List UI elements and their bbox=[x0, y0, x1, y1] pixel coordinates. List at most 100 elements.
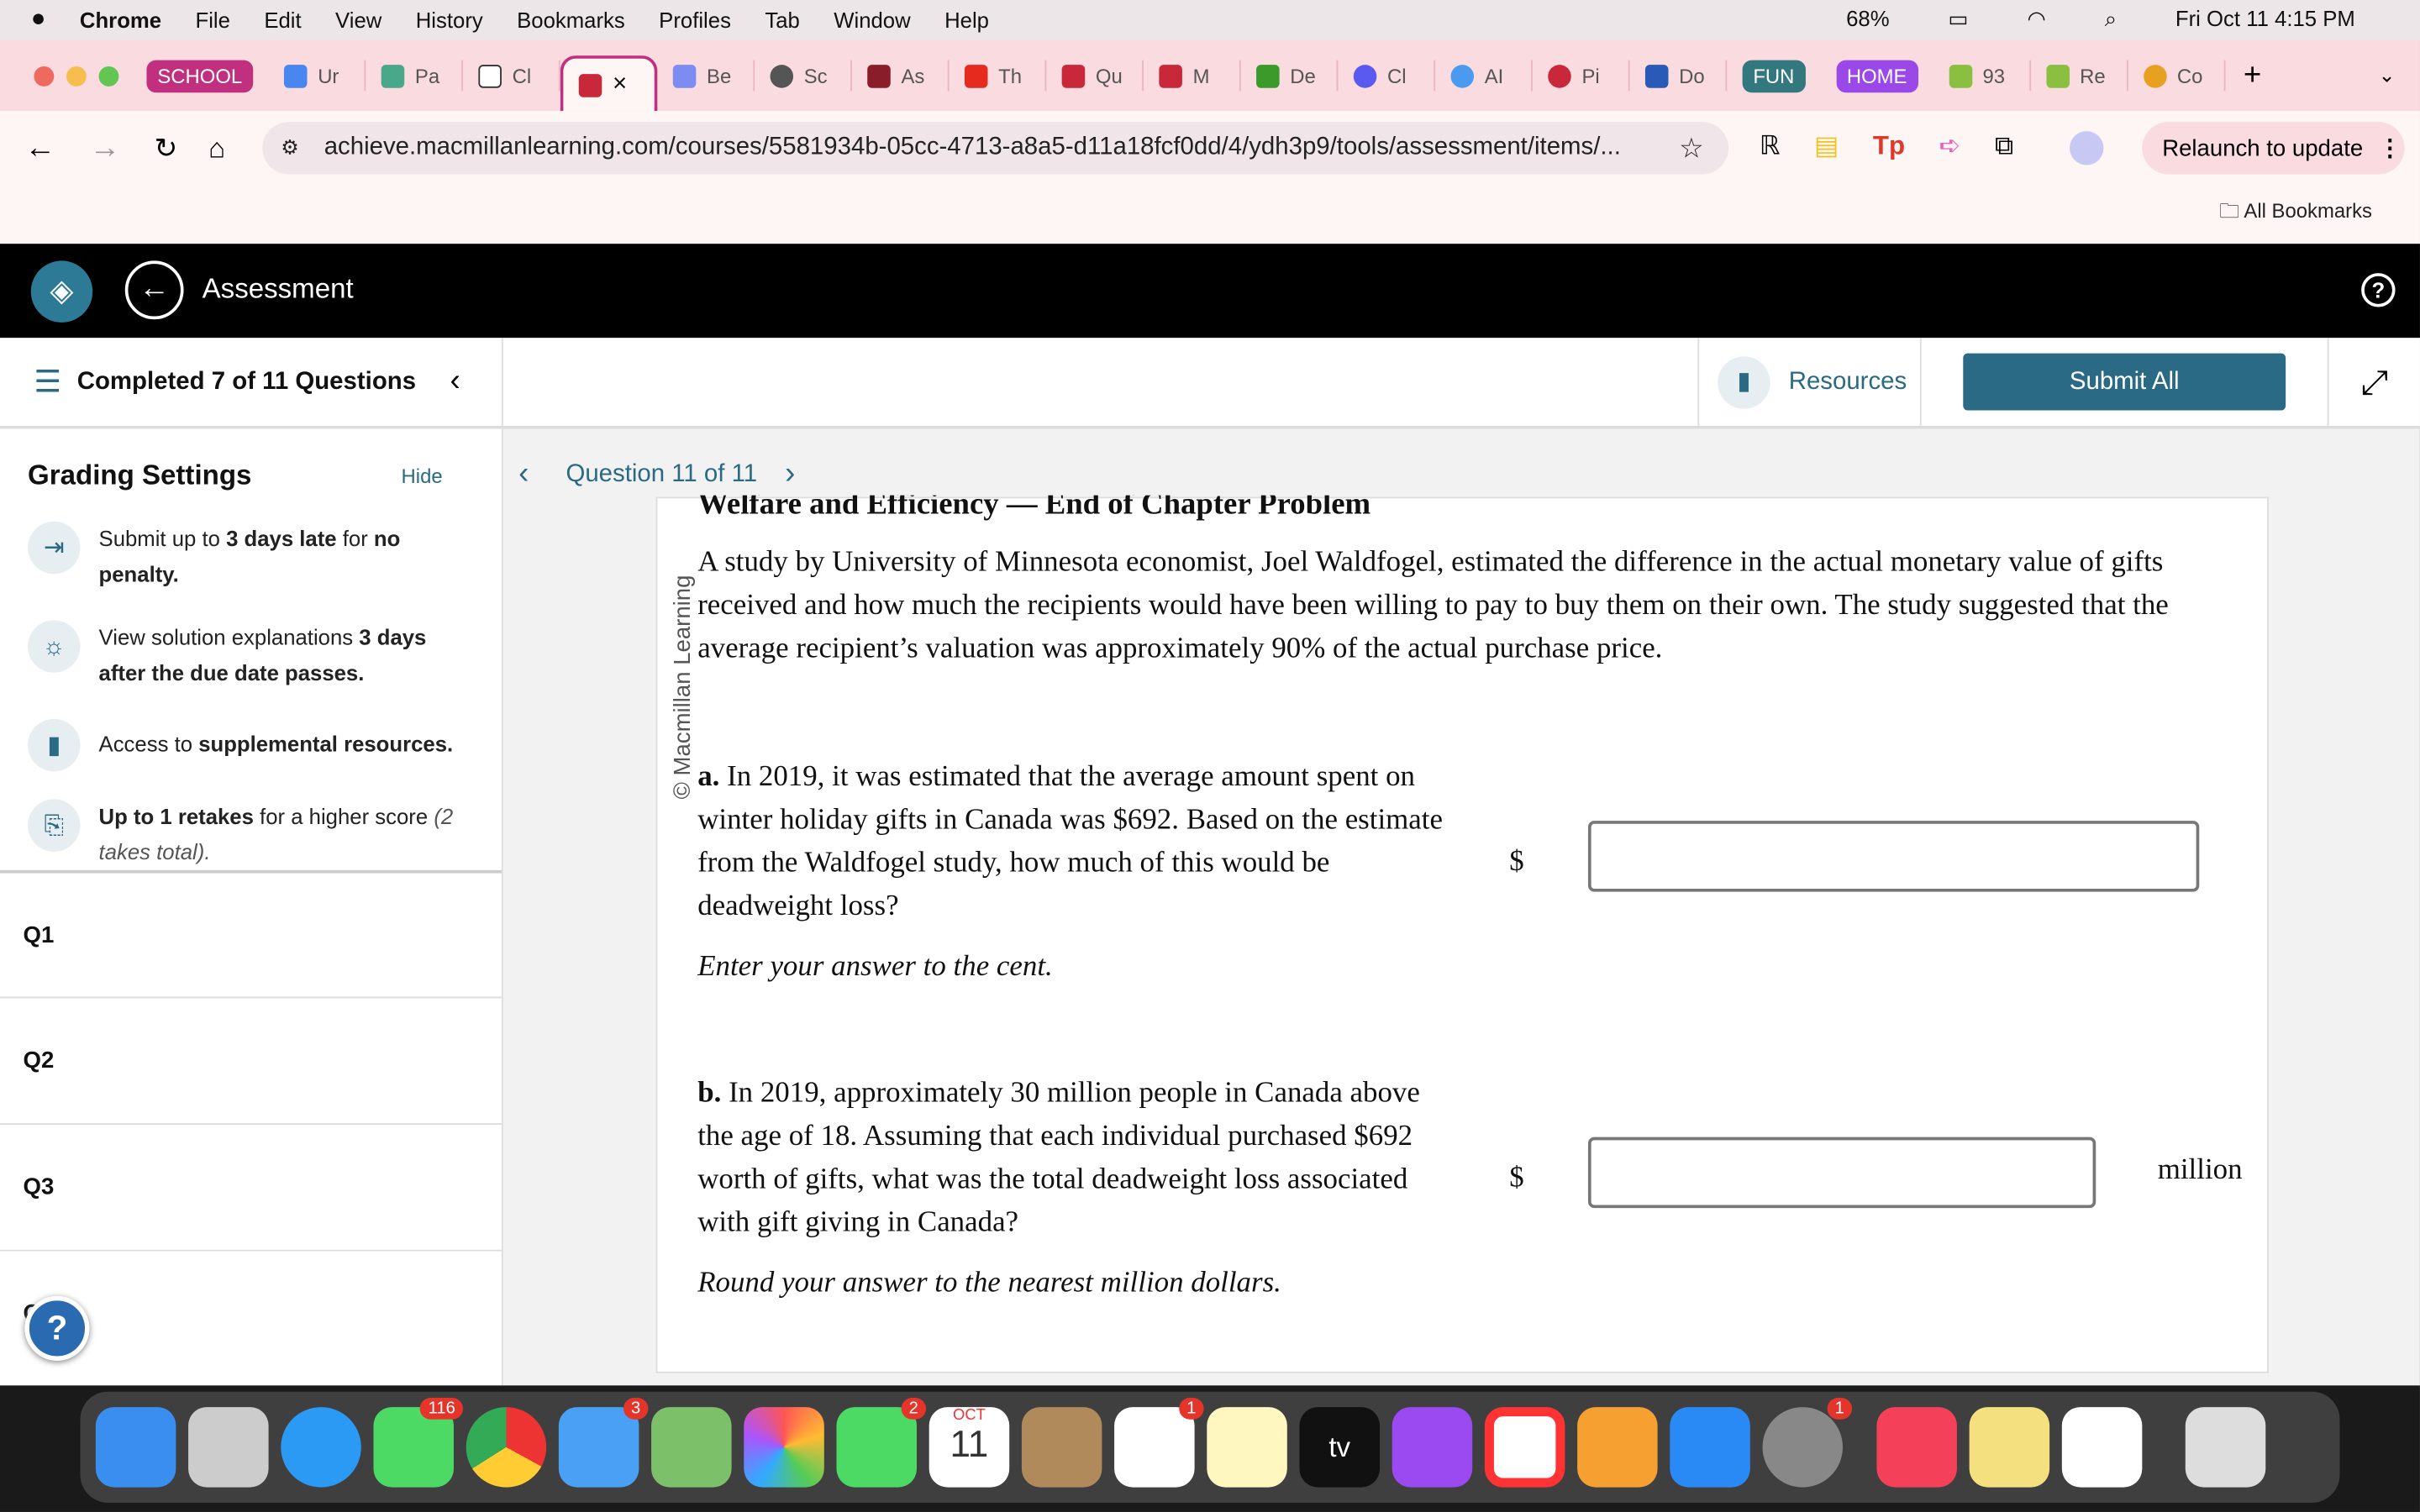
part-b-answer-input[interactable] bbox=[1587, 1137, 2096, 1209]
messages-icon[interactable]: 116 bbox=[373, 1398, 464, 1488]
menu-bookmarks[interactable]: Bookmarks bbox=[517, 8, 625, 32]
more-icon[interactable]: ⋮ bbox=[2379, 134, 2402, 162]
tab[interactable]: Th bbox=[949, 60, 1047, 92]
back-arrow-button[interactable]: ← bbox=[124, 260, 184, 320]
menu-help[interactable]: Help bbox=[944, 8, 989, 32]
trash-icon[interactable] bbox=[2185, 1407, 2266, 1488]
search-icon[interactable]: ⌕ bbox=[2105, 6, 2117, 32]
tab[interactable]: Sc bbox=[755, 60, 852, 92]
menu-view[interactable]: View bbox=[335, 8, 381, 32]
fullscreen-icon[interactable]: ⤢ bbox=[2327, 338, 2420, 426]
battery-icon[interactable]: ▭ bbox=[1948, 6, 1968, 32]
arrow-extension-icon[interactable]: ➪ bbox=[1939, 131, 1960, 165]
music-icon[interactable] bbox=[1876, 1407, 1957, 1488]
help-bubble-button[interactable]: ? bbox=[24, 1295, 90, 1361]
menu-history[interactable]: History bbox=[416, 8, 483, 32]
facetime-icon[interactable]: 2 bbox=[836, 1398, 927, 1488]
submit-all-button[interactable]: Submit All bbox=[1963, 353, 2286, 411]
tab[interactable]: M bbox=[1144, 60, 1241, 92]
maps-icon[interactable] bbox=[651, 1407, 732, 1488]
tp-extension-icon[interactable]: Tp bbox=[1873, 131, 1905, 165]
tab[interactable]: De bbox=[1241, 60, 1339, 92]
back-icon[interactable]: ← bbox=[24, 130, 55, 165]
profile-avatar[interactable] bbox=[2069, 131, 2103, 165]
tab-group-home[interactable]: HOME bbox=[1835, 59, 1918, 92]
launchpad-icon[interactable] bbox=[188, 1407, 269, 1488]
reload-icon[interactable]: ↻ bbox=[155, 132, 178, 165]
system-settings-icon[interactable]: 1 bbox=[1762, 1398, 1853, 1488]
question-card: Welfare and Efficiency — End of Chapter … bbox=[655, 496, 2269, 1373]
new-tab-button[interactable]: + bbox=[2244, 58, 2261, 93]
menu-file[interactable]: File bbox=[195, 8, 229, 32]
mail-icon[interactable]: 3 bbox=[558, 1398, 649, 1488]
tab[interactable]: Co bbox=[2128, 60, 2225, 92]
podcasts-icon[interactable] bbox=[1392, 1407, 1473, 1488]
url-text[interactable]: achieve.macmillanlearning.com/courses/55… bbox=[324, 134, 1621, 162]
maximize-window-button[interactable] bbox=[98, 66, 119, 86]
hide-link[interactable]: Hide bbox=[402, 465, 443, 488]
close-tab-icon[interactable]: × bbox=[613, 71, 627, 98]
menu-profiles[interactable]: Profiles bbox=[659, 8, 731, 32]
address-bar[interactable]: ⚙ achieve.macmillanlearning.com/courses/… bbox=[262, 122, 1729, 175]
tab[interactable]: Qu bbox=[1046, 60, 1144, 92]
menu-edit[interactable]: Edit bbox=[264, 8, 301, 32]
help-button[interactable]: ? bbox=[2361, 273, 2396, 307]
tab[interactable]: Re bbox=[2030, 60, 2128, 92]
extensions: ℝ ▤ Tp ➪ ⧉ bbox=[1760, 131, 2103, 165]
reminders-icon[interactable]: 1 bbox=[1114, 1398, 1204, 1488]
battery-percent[interactable]: 68% bbox=[1846, 6, 1889, 32]
relaunch-button[interactable]: Relaunch to update ⋮ bbox=[2142, 122, 2405, 175]
tab[interactable]: AI bbox=[1435, 60, 1533, 92]
collapse-chevron-icon[interactable]: ‹ bbox=[450, 364, 460, 399]
site-info-icon[interactable]: ⚙ bbox=[281, 136, 298, 160]
tab[interactable]: Be bbox=[657, 60, 755, 92]
tab-group-school[interactable]: SCHOOL bbox=[146, 59, 254, 92]
resources-button[interactable]: ▮ Resources bbox=[1697, 338, 1922, 426]
tab-group-fun[interactable]: FUN bbox=[1742, 59, 1806, 92]
safari-icon[interactable] bbox=[281, 1407, 361, 1488]
close-window-button[interactable] bbox=[34, 66, 55, 86]
menu-window[interactable]: Window bbox=[834, 8, 910, 32]
notes-icon[interactable] bbox=[1207, 1407, 1287, 1488]
clock[interactable]: Fri Oct 11 4:15 PM bbox=[2175, 6, 2355, 32]
puzzle-extension-icon[interactable]: ⧉ bbox=[1995, 131, 2013, 165]
notes-extension-icon[interactable]: ▤ bbox=[1814, 131, 1839, 165]
chrome-icon[interactable] bbox=[466, 1407, 547, 1488]
stickies-icon[interactable] bbox=[1969, 1407, 2050, 1488]
finder-icon[interactable] bbox=[95, 1407, 176, 1488]
minimize-window-button[interactable] bbox=[66, 66, 87, 86]
home-icon[interactable]: ⌂ bbox=[208, 132, 225, 165]
news-icon[interactable] bbox=[1484, 1407, 1565, 1488]
question-item-q3[interactable]: Q3 bbox=[0, 1123, 502, 1250]
previous-question-icon[interactable]: ‹ bbox=[518, 457, 529, 492]
calendar-icon[interactable]: OCT 11 bbox=[929, 1407, 1010, 1488]
photos-icon[interactable] bbox=[744, 1407, 824, 1488]
tab-active[interactable]: × bbox=[560, 55, 658, 112]
part-a-answer-input[interactable] bbox=[1587, 821, 2200, 892]
bookmark-star-icon[interactable]: ☆ bbox=[1679, 132, 1704, 165]
freeform-icon[interactable] bbox=[2061, 1407, 2143, 1488]
tab[interactable]: As bbox=[852, 60, 950, 92]
apple-tv-icon[interactable]: tv bbox=[1299, 1407, 1381, 1488]
tab-search-chevron-icon[interactable]: ⌄ bbox=[2379, 63, 2396, 87]
extension-icon[interactable]: ℝ bbox=[1760, 131, 1781, 165]
pages-icon[interactable] bbox=[1577, 1407, 1658, 1488]
apple-icon[interactable]: ● bbox=[31, 6, 46, 34]
contacts-icon[interactable] bbox=[1021, 1407, 1102, 1488]
forward-icon[interactable]: → bbox=[90, 130, 121, 165]
tab[interactable]: Pi bbox=[1533, 60, 1630, 92]
app-store-icon[interactable] bbox=[1670, 1407, 1750, 1488]
tab[interactable]: Ur bbox=[268, 60, 366, 92]
tab[interactable]: Do bbox=[1629, 60, 1728, 92]
tab[interactable]: Cl bbox=[1338, 60, 1435, 92]
macmillan-logo[interactable]: ◈ bbox=[30, 260, 93, 323]
tab[interactable]: Cl bbox=[463, 60, 560, 92]
menu-app[interactable]: Chrome bbox=[80, 8, 161, 32]
wifi-icon[interactable]: ◠ bbox=[2027, 6, 2045, 32]
tab[interactable]: 93 bbox=[1933, 60, 2031, 92]
question-item-q2[interactable]: Q2 bbox=[0, 996, 502, 1124]
tab[interactable]: Pa bbox=[366, 60, 463, 92]
next-question-icon[interactable]: › bbox=[785, 457, 795, 492]
menu-tab[interactable]: Tab bbox=[765, 8, 799, 32]
all-bookmarks[interactable]: 🗀 All Bookmarks bbox=[2219, 197, 2372, 231]
